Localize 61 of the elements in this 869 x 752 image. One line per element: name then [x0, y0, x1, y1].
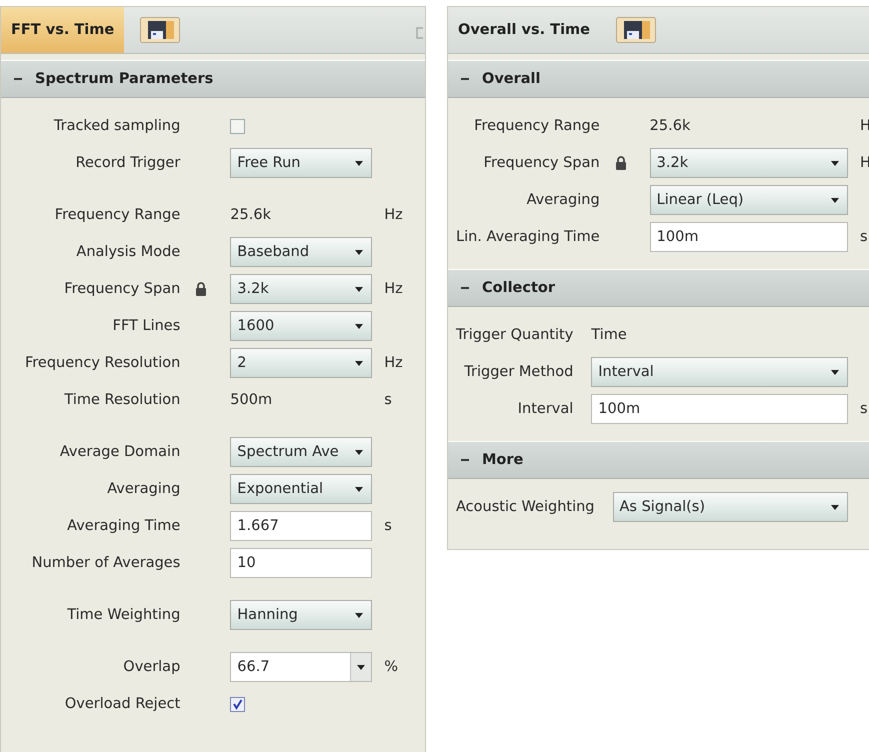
field-label: Averaging — [106, 481, 180, 497]
field-label: Trigger Method — [463, 364, 574, 380]
section-title: Overall — [482, 71, 540, 87]
panel-tab[interactable]: FFT vs. Time — [1, 7, 124, 53]
field-label: FFT Lines — [112, 318, 180, 334]
field-label: Averaging — [526, 192, 600, 208]
field-label: Number of Averages — [30, 555, 180, 571]
input-field[interactable]: 100m — [591, 394, 848, 424]
dropdown[interactable]: Linear (Leq) — [650, 185, 848, 215]
unit-label: Hz — [384, 281, 403, 297]
section-header[interactable]: Collector — [448, 269, 869, 307]
field-value: 500m — [230, 392, 272, 408]
field-label: Averaging Time — [66, 518, 180, 534]
input-field[interactable]: 1.667 — [230, 511, 372, 541]
field-label: Frequency Range — [54, 207, 180, 223]
dropdown[interactable]: 2 — [230, 348, 372, 378]
section-title: Collector — [482, 280, 556, 296]
field-value: Time — [591, 327, 627, 343]
field-label: Interval — [516, 401, 574, 417]
field-label: Frequency Range — [473, 118, 600, 134]
section-header[interactable]: More — [448, 441, 869, 479]
input-field[interactable]: 100m — [650, 222, 848, 252]
combo-field[interactable]: 66.7 — [230, 652, 372, 682]
field-label: Time Resolution — [63, 392, 180, 408]
field-label: Record Trigger — [74, 155, 180, 171]
dropdown[interactable]: Spectrum Ave — [230, 437, 372, 467]
dropdown[interactable]: Baseband — [230, 237, 372, 267]
dropdown[interactable]: Interval — [591, 357, 848, 387]
section-title: More — [482, 452, 524, 468]
field-label: Tracked sampling — [52, 118, 180, 134]
field-label: Lin. Averaging Time — [456, 229, 600, 245]
field-value: 25.6k — [650, 118, 690, 134]
dropdown[interactable]: 3.2k — [650, 148, 848, 178]
unit-label: s — [384, 392, 392, 408]
field-label: Time Weighting — [66, 607, 180, 623]
dropdown[interactable]: 3.2k — [230, 274, 372, 304]
dropdown[interactable]: Free Run — [230, 148, 372, 178]
section-header[interactable]: Overall — [448, 60, 869, 98]
field-label: Overload Reject — [64, 696, 180, 712]
field-label: Analysis Mode — [75, 244, 180, 260]
field-label: Frequency Resolution — [25, 355, 180, 371]
section-title: Spectrum Parameters — [35, 71, 214, 87]
field-label: Overlap — [122, 659, 180, 675]
unit-label: s — [860, 401, 868, 417]
dropdown[interactable]: As Signal(s) — [612, 492, 848, 522]
unit-label: % — [384, 659, 398, 675]
field-label: Average Domain — [58, 444, 180, 460]
field-label: Frequency Span — [482, 155, 600, 171]
unit-label: Hz — [384, 207, 403, 223]
unit-label: s — [384, 518, 392, 534]
section-header[interactable]: Spectrum Parameters — [1, 60, 425, 98]
dropdown[interactable]: Hanning — [230, 600, 372, 630]
field-label: Acoustic Weighting — [456, 499, 594, 515]
input-field[interactable]: 10 — [230, 548, 372, 578]
dropdown[interactable]: Exponential — [230, 474, 372, 504]
field-label: Trigger Quantity — [456, 327, 574, 343]
dropdown[interactable]: 1600 — [230, 311, 372, 341]
unit-label: Hz — [384, 355, 403, 371]
unit-label: s — [860, 229, 868, 245]
field-value: 25.6k — [230, 207, 271, 223]
field-label: Frequency Span — [63, 281, 180, 297]
